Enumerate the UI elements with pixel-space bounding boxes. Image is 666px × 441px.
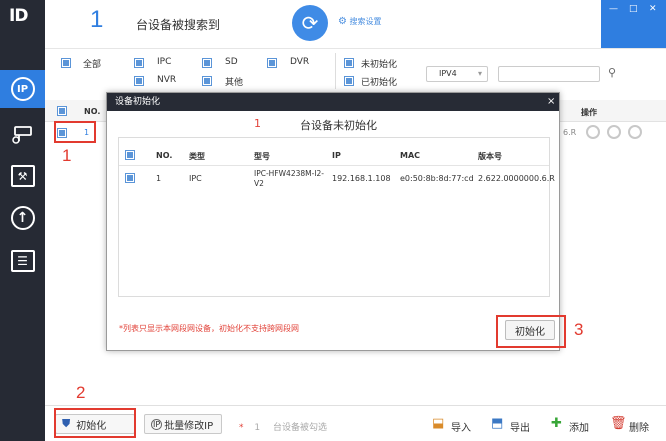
sidebar-item-docs[interactable]: ☰: [0, 242, 45, 280]
dialog-row-type: IPC: [189, 174, 202, 183]
dialog-row-ip: 192.168.1.108: [332, 174, 391, 183]
dialog-col-version: 版本号: [478, 152, 502, 161]
maximize-icon[interactable]: □: [629, 4, 638, 14]
header: 1 台设备被搜索到 ⟳ ⚙ 搜索设置: [45, 0, 601, 48]
filter-all-label: 全部: [83, 60, 102, 70]
filter-bar: 全部 IPC SD DVR NVR 其他 未初始化 已初始化 IPV4 ▾ ⚲: [45, 48, 666, 92]
sidebar-item-camera[interactable]: [0, 115, 45, 153]
batch-ip-label: 批量修改IP: [164, 420, 214, 432]
annotation-step-2: 2: [76, 383, 86, 402]
filter-other-checkbox[interactable]: [202, 76, 212, 86]
app-logo: ID: [9, 6, 28, 26]
minimize-icon[interactable]: —: [609, 4, 618, 14]
dialog-note: *列表只显示本网段网设备，初始化不支持跨网段网: [119, 324, 299, 333]
search-settings-label: 搜索设置: [349, 17, 382, 26]
dialog-col-mac: MAC: [400, 151, 421, 160]
filter-divider: [335, 53, 336, 89]
dialog-device-table: NO. 类型 型号 IP MAC 版本号 1 IPC IPC-HFW4238M-…: [118, 137, 555, 297]
dialog-count: 1: [254, 117, 261, 130]
filter-dvr-checkbox[interactable]: [267, 58, 277, 68]
import-button[interactable]: 导入: [451, 419, 471, 434]
selected-status: * 1 台设备被勾选: [239, 420, 327, 433]
refresh-button[interactable]: ⟳: [292, 5, 328, 41]
selected-label: 台设备被勾选: [272, 423, 327, 433]
export-icon[interactable]: ⬒: [491, 416, 503, 431]
annotation-box-3: [496, 315, 566, 348]
app-window: ID IP ⚒ ↑ ☰ 1 台设备被搜索到 ⟳ ⚙ 搜索设置 — □ ✕ 全部 …: [0, 0, 666, 441]
device-count: 1: [90, 6, 104, 33]
gear-icon: ⚙: [338, 16, 347, 27]
export-button[interactable]: 导出: [510, 419, 530, 434]
dialog-row-model-line1: IPC-HFW4238M-I2-: [254, 169, 325, 178]
delete-button[interactable]: 删除: [629, 419, 649, 434]
system-tools-icon: ⚒: [10, 165, 35, 187]
batch-modify-ip-button[interactable]: IP 批量修改IP: [144, 414, 222, 434]
dialog-row-no: 1: [156, 174, 162, 183]
filter-init-checkbox[interactable]: [344, 76, 354, 86]
selected-count: 1: [254, 423, 261, 433]
col-no: NO.: [84, 107, 101, 116]
filter-ipc-checkbox[interactable]: [134, 58, 144, 68]
col-operations: 操作: [581, 108, 597, 117]
filter-sd-checkbox[interactable]: [202, 58, 212, 68]
dialog-col-type: 类型: [189, 152, 205, 161]
dialog-col-ip: IP: [332, 151, 341, 160]
ip-version-value: IPV4: [439, 69, 457, 78]
filter-sd-label: SD: [225, 57, 238, 67]
filter-init-label: 已初始化: [361, 78, 398, 88]
details-icon[interactable]: [628, 125, 642, 139]
batch-ip-icon: IP: [151, 418, 163, 430]
found-label: 台设备被搜索到: [136, 18, 221, 32]
add-icon[interactable]: ✚: [551, 416, 562, 431]
filter-uninit-checkbox[interactable]: [344, 58, 354, 68]
annotation-box-2: [54, 408, 136, 438]
search-icon[interactable]: ⚲: [608, 66, 616, 79]
annotation-box-1: [54, 121, 96, 143]
row-version-fragment: 6.R: [563, 128, 577, 137]
add-button[interactable]: 添加: [569, 419, 589, 434]
search-input[interactable]: [498, 66, 600, 82]
upgrade-icon: ↑: [10, 206, 35, 230]
dialog-col-no: NO.: [156, 151, 173, 160]
filter-dvr-label: DVR: [290, 57, 310, 67]
selected-star: *: [239, 423, 244, 433]
refresh-icon: ⟳: [301, 11, 319, 35]
annotation-step-1: 1: [62, 146, 72, 165]
trash-icon[interactable]: 🗑: [610, 416, 627, 431]
window-controls: — □ ✕: [601, 0, 666, 48]
dialog-row-checkbox[interactable]: [125, 173, 135, 183]
ip-device-icon: IP: [10, 77, 35, 101]
dialog-header-divider: [119, 165, 549, 166]
select-all-checkbox[interactable]: [57, 106, 67, 116]
sidebar-item-upgrade[interactable]: ↑: [0, 199, 45, 237]
dialog-col-model: 型号: [254, 152, 270, 161]
document-icon: ☰: [10, 250, 35, 272]
ip-version-select[interactable]: IPV4 ▾: [426, 66, 488, 82]
filter-nvr-checkbox[interactable]: [134, 76, 144, 86]
edit-icon[interactable]: [586, 125, 600, 139]
filter-other-label: 其他: [225, 78, 244, 88]
dialog-title: 设备初始化: [107, 93, 559, 111]
import-icon[interactable]: ⬓: [432, 416, 444, 431]
dialog-row-mac: e0:50:8b:8d:77:cd: [400, 174, 474, 183]
sidebar: ID IP ⚒ ↑ ☰: [0, 0, 45, 441]
dialog-row-version: 2.622.0000000.6.R: [478, 174, 555, 183]
sidebar-item-ip-devices[interactable]: IP: [0, 70, 45, 108]
dialog-row-model-line2: V2: [254, 179, 264, 188]
dialog-uninit-label: 台设备未初始化: [300, 119, 377, 132]
sidebar-item-tools[interactable]: ⚒: [0, 157, 45, 195]
camera-config-icon: [11, 126, 32, 144]
filter-uninit-label: 未初始化: [361, 60, 398, 70]
search-settings-link[interactable]: ⚙ 搜索设置: [338, 16, 382, 27]
chevron-down-icon: ▾: [477, 69, 482, 78]
filter-ipc-label: IPC: [157, 57, 172, 67]
filter-all-checkbox[interactable]: [61, 58, 71, 68]
web-icon[interactable]: [607, 125, 621, 139]
dialog-close-icon[interactable]: ×: [547, 93, 559, 111]
close-icon[interactable]: ✕: [649, 4, 657, 14]
annotation-step-3: 3: [574, 320, 584, 339]
filter-nvr-label: NVR: [157, 75, 177, 85]
device-init-dialog: 设备初始化 × 1 台设备未初始化 NO. 类型 型号 IP MAC 版本号 1…: [106, 92, 560, 351]
dialog-select-all-checkbox[interactable]: [125, 150, 135, 160]
